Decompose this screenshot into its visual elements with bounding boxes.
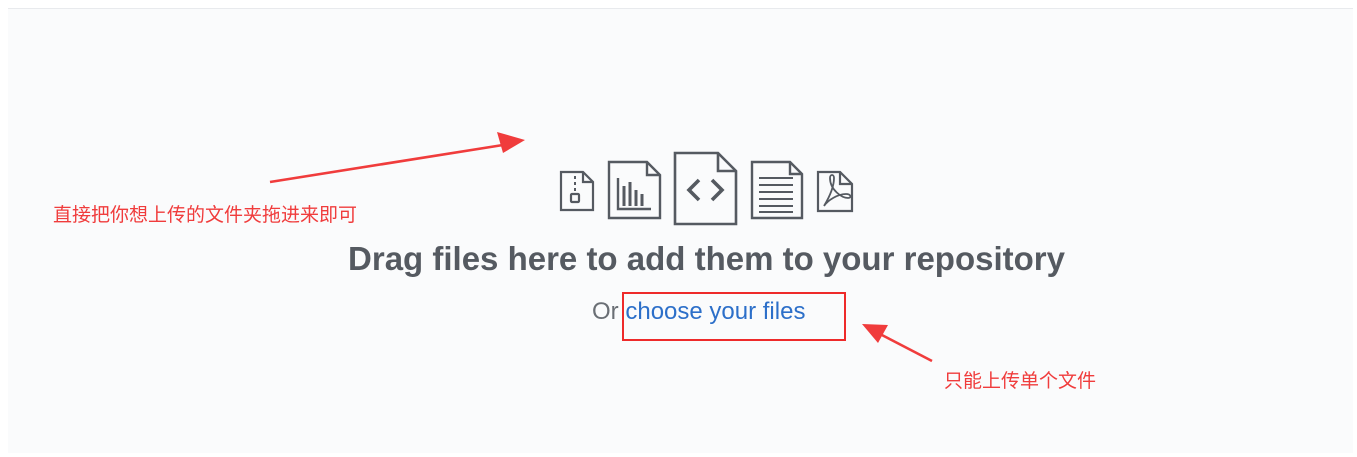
highlight-box (622, 292, 846, 341)
drop-headline: Drag files here to add them to your repo… (348, 240, 1065, 277)
right-annotation-text: 只能上传单个文件 (944, 370, 1097, 392)
left-annotation-text: 直接把你想上传的文件夹拖进来即可 (53, 204, 358, 226)
or-prefix: Or (592, 298, 619, 325)
file-drop-zone[interactable] (8, 8, 1353, 453)
